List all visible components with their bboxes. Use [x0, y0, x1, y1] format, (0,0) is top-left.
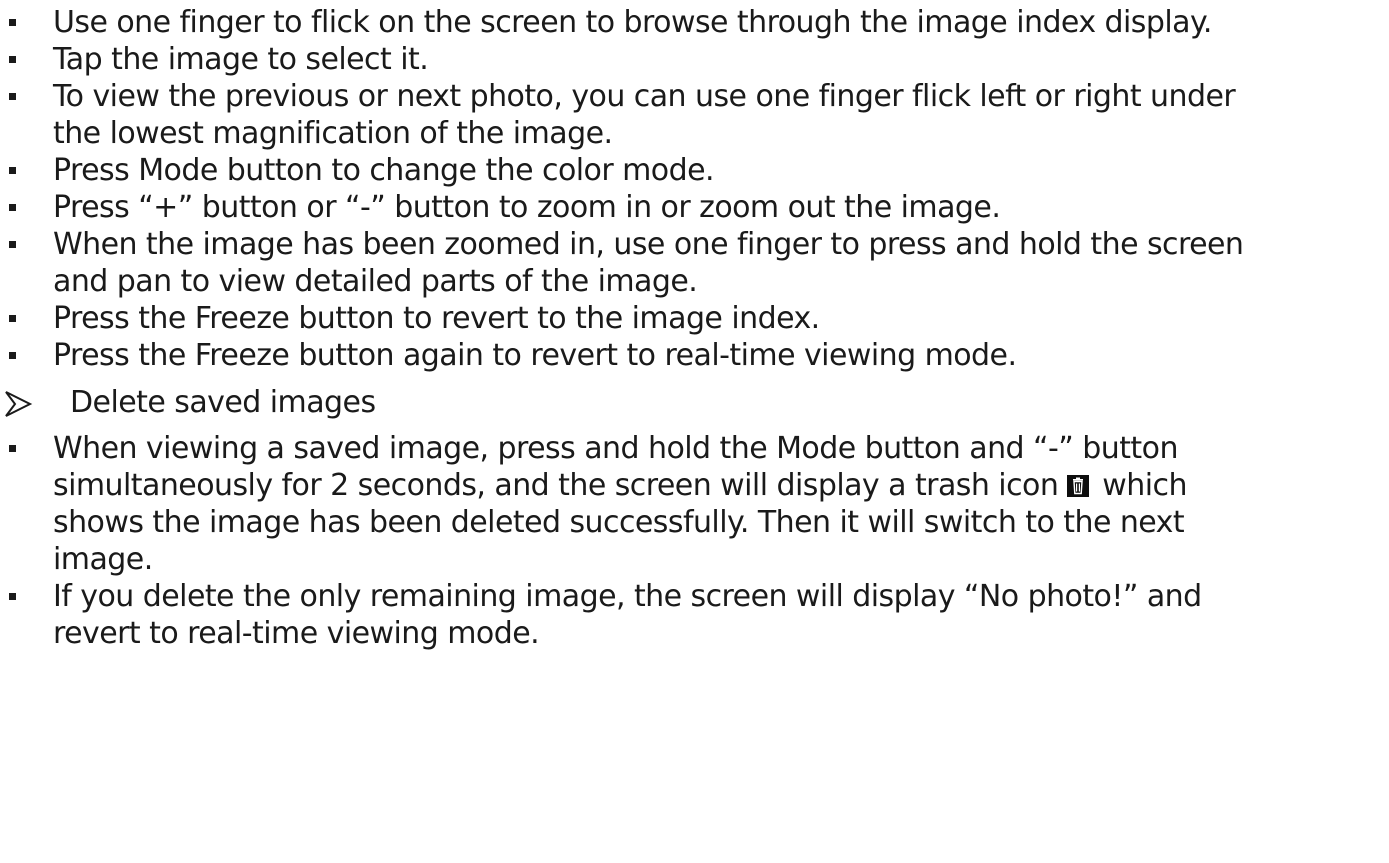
text-line: To view the previous or next photo, you …: [53, 79, 1236, 114]
square-bullet-icon: [9, 204, 16, 211]
square-bullet-icon: [9, 445, 16, 452]
instruction-document: Use one finger to flick on the screen to…: [0, 0, 1389, 863]
trash-icon: [1067, 475, 1090, 497]
square-bullet-icon: [9, 93, 16, 100]
square-bullet-icon: [9, 19, 16, 26]
text-segment: which: [1093, 468, 1187, 503]
text-line: If you delete the only remaining image, …: [53, 579, 1202, 614]
list-item-text: Use one finger to flick on the screen to…: [53, 4, 1385, 41]
text-line: Press “+” button or “-” button to zoom i…: [53, 190, 1001, 225]
text-line: revert to real-time viewing mode.: [53, 616, 540, 651]
square-bullet-icon: [9, 241, 16, 248]
square-bullet-icon: [9, 167, 16, 174]
section-heading-text: Delete saved images: [70, 384, 1385, 421]
text-line: image.: [53, 542, 153, 577]
text-line-with-icon: simultaneously for 2 seconds, and the sc…: [53, 467, 1385, 504]
text-line: Press the Freeze button to revert to the…: [53, 301, 820, 336]
square-bullet-icon: [9, 593, 16, 600]
text-line: Press the Freeze button again to revert …: [53, 338, 1017, 373]
text-line: When the image has been zoomed in, use o…: [53, 227, 1244, 262]
list-item-text: Tap the image to select it.: [53, 41, 1385, 78]
text-line: the lowest magnification of the image.: [53, 116, 613, 151]
text-line: Tap the image to select it.: [53, 42, 429, 77]
text-line: When viewing a saved image, press and ho…: [53, 431, 1178, 466]
list-item-text: Press the Freeze button to revert to the…: [53, 300, 1385, 337]
list-item-text: To view the previous or next photo, you …: [53, 78, 1385, 152]
list-item-text: Press Mode button to change the color mo…: [53, 152, 1385, 189]
list-item-text: Press “+” button or “-” button to zoom i…: [53, 189, 1385, 226]
heading-line: Delete saved images: [70, 385, 376, 420]
square-bullet-icon: [9, 56, 16, 63]
text-line: shows the image has been deleted success…: [53, 505, 1185, 540]
square-bullet-icon: [9, 352, 16, 359]
square-bullet-icon: [9, 315, 16, 322]
list-item-text: Press the Freeze button again to revert …: [53, 337, 1385, 374]
list-item-text: When the image has been zoomed in, use o…: [53, 226, 1385, 300]
list-item-text: If you delete the only remaining image, …: [53, 578, 1385, 652]
text-segment: simultaneously for 2 seconds, and the sc…: [53, 468, 1059, 503]
list-item-text: When viewing a saved image, press and ho…: [53, 430, 1385, 578]
text-line: Use one finger to flick on the screen to…: [53, 5, 1212, 40]
text-line: and pan to view detailed parts of the im…: [53, 264, 698, 299]
arrow-bullet-icon: [5, 391, 33, 417]
text-line: Press Mode button to change the color mo…: [53, 153, 715, 188]
